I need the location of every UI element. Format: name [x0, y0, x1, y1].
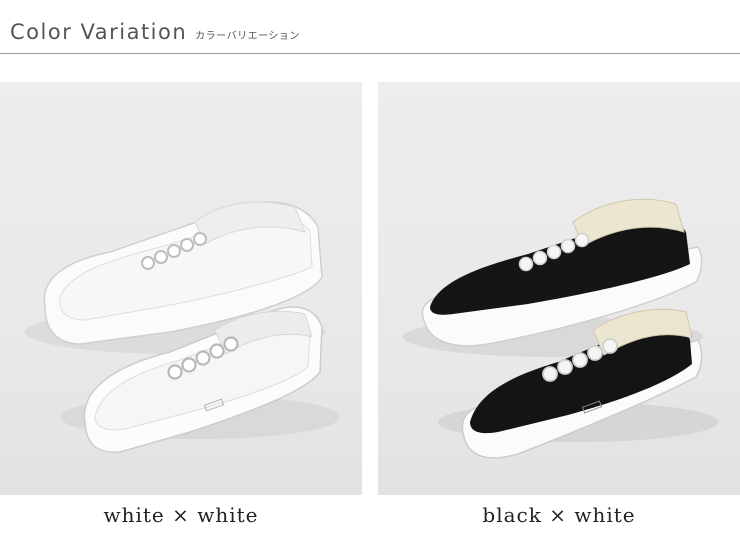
section-title: Color Variation [10, 20, 188, 44]
section-header: Color Variation カラーバリエーション [10, 20, 300, 50]
shoe-pair-illustration-white [25, 201, 340, 453]
shoe-pair-illustration-black [403, 198, 718, 459]
section-subtitle: カラーバリエーション [195, 31, 300, 42]
caption-black-white: black × white [482, 503, 636, 527]
product-photo-black [378, 82, 740, 495]
header-divider [0, 53, 740, 54]
caption-white-white: white × white [103, 503, 259, 527]
product-photo-white [0, 82, 362, 495]
